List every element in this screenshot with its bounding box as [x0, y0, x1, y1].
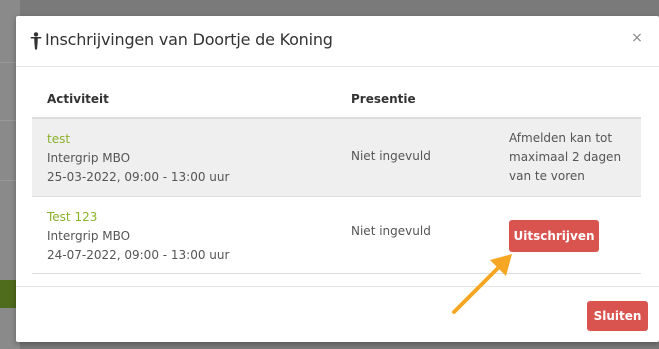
modal-title: Inschrijvingen van Doortje de Koning [45, 30, 333, 49]
person-icon [30, 32, 42, 50]
activity-name-link[interactable]: Test 123 [47, 208, 229, 227]
modal-footer: Sluiten [16, 286, 659, 343]
activity-organization: Intergrip MBO [47, 151, 131, 165]
close-icon[interactable]: × [629, 29, 645, 47]
table-header: Activiteit Presentie [32, 81, 641, 119]
column-header-activity: Activiteit [47, 92, 109, 106]
activity-organization: Intergrip MBO [47, 229, 131, 243]
activity-cell: test Intergrip MBO 25-03-2022, 09:00 - 1… [47, 130, 229, 187]
column-header-presence: Presentie [351, 92, 416, 106]
unsubscribe-button[interactable]: Uitschrijven [509, 220, 599, 252]
presence-status: Niet ingevuld [351, 149, 431, 163]
presence-status: Niet ingevuld [351, 224, 431, 238]
modal-header: Inschrijvingen van Doortje de Koning × [16, 16, 659, 67]
activity-datetime: 25-03-2022, 09:00 - 13:00 uur [47, 170, 230, 184]
activity-name-link[interactable]: test [47, 130, 229, 149]
unsubscribe-deadline-notice: Afmelden kan tot maximaal 2 dagen van te… [509, 131, 622, 183]
table-row: test Intergrip MBO 25-03-2022, 09:00 - 1… [32, 119, 641, 197]
annotation-arrow-icon [452, 254, 512, 314]
registrations-modal: Inschrijvingen van Doortje de Koning × A… [16, 16, 659, 342]
activity-datetime: 24-07-2022, 09:00 - 13:00 uur [47, 248, 230, 262]
activity-cell: Test 123 Intergrip MBO 24-07-2022, 09:00… [47, 208, 229, 265]
close-button[interactable]: Sluiten [587, 301, 648, 331]
table-row: Test 123 Intergrip MBO 24-07-2022, 09:00… [32, 197, 641, 274]
